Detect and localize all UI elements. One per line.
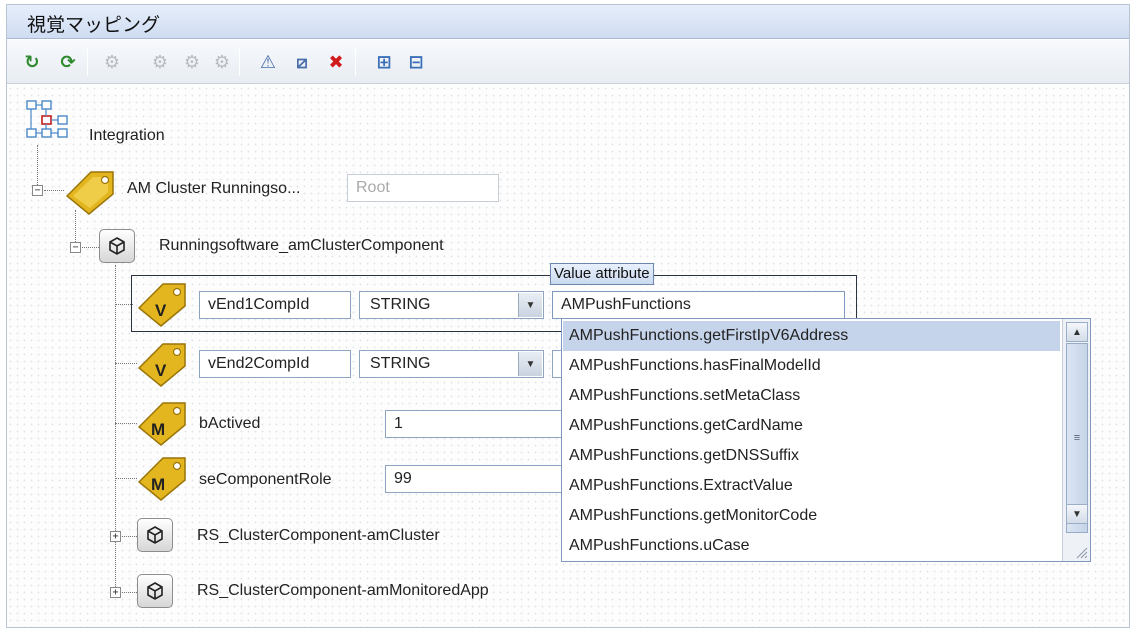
method-tag-icon: M xyxy=(135,399,186,446)
attr-name-label[interactable]: bActived xyxy=(199,415,260,433)
delete-icon[interactable]: ✖ xyxy=(323,49,349,75)
toolbar-separator xyxy=(355,48,356,76)
mapping-canvas[interactable]: Integration − AM Cluster Runningso... Ro… xyxy=(7,85,1129,627)
autocomplete-list[interactable]: AMPushFunctions.getFirstIpV6Address AMPus… xyxy=(561,318,1091,562)
variable-tag-icon: V xyxy=(135,280,186,327)
chevron-down-icon[interactable]: ▼ xyxy=(518,293,542,317)
gear-disabled-icon-4: ⚙ xyxy=(213,51,231,72)
scrollbar[interactable]: ▲ ≡ ▼ xyxy=(1062,319,1090,561)
attr-type-value: STRING xyxy=(370,355,431,372)
am-cluster-label[interactable]: AM Cluster Runningso... xyxy=(127,180,300,198)
collapse-toggle-component[interactable]: − xyxy=(70,242,81,253)
attr-badge: V xyxy=(155,361,167,380)
value-input[interactable]: AMPushFunctions xyxy=(552,291,845,319)
gear-disabled-icon-2: ⚙ xyxy=(151,51,169,72)
resize-grip-icon[interactable] xyxy=(1074,545,1088,559)
toolbar: ↻ ⟳ ⚙ ⚙ ⚙ ⚙ ⚠ ⧄ ✖ ⊞ ⊟ xyxy=(7,40,1129,84)
suggestion-item[interactable]: AMPushFunctions.getFirstIpV6Address xyxy=(563,321,1060,351)
gear-disabled-icon-3: ⚙ xyxy=(183,51,201,72)
child-node-label[interactable]: RS_ClusterComponent-amCluster xyxy=(197,527,440,545)
cube-icon xyxy=(137,574,173,608)
suggestion-item[interactable]: AMPushFunctions.ExtractValue xyxy=(563,471,1060,501)
validate-icon[interactable]: ⚠ xyxy=(255,49,281,75)
panel-title: 視覚マッピング xyxy=(7,5,1129,39)
suggestion-item[interactable]: AMPushFunctions.uCase xyxy=(563,531,1060,561)
integration-icon xyxy=(25,99,73,147)
cube-icon xyxy=(99,229,135,263)
collapse-toggle-am-cluster[interactable]: − xyxy=(32,185,43,196)
collapse-all-icon[interactable]: ⊟ xyxy=(403,49,429,75)
value-input[interactable]: 1 xyxy=(385,410,565,438)
chevron-down-icon[interactable]: ▼ xyxy=(518,352,542,376)
variable-tag-icon: V xyxy=(135,340,186,387)
scroll-up-icon[interactable]: ▲ xyxy=(1066,322,1088,342)
value-input[interactable]: 99 xyxy=(385,465,565,493)
visual-mapping-panel: 視覚マッピング ↻ ⟳ ⚙ ⚙ ⚙ ⚙ ⚠ ⧄ ✖ ⊞ ⊟ Integratio… xyxy=(6,4,1130,628)
sync-icon[interactable]: ⟳ xyxy=(55,49,81,75)
method-tag-icon: M xyxy=(135,454,186,501)
cube-icon xyxy=(137,518,173,552)
suggestion-item[interactable]: AMPushFunctions.getCardName xyxy=(563,411,1060,441)
attr-type-select[interactable]: STRING ▼ xyxy=(359,350,544,378)
value-attribute-caption: Value attribute xyxy=(550,263,654,285)
component-label[interactable]: Runningsoftware_amClusterComponent xyxy=(159,237,444,255)
root-name-field[interactable]: Root xyxy=(347,174,499,202)
gear-disabled-icon: ⚙ xyxy=(103,51,121,72)
child-node-label[interactable]: RS_ClusterComponent-amMonitoredApp xyxy=(197,582,489,600)
attr-name-label[interactable]: seComponentRole xyxy=(199,471,332,489)
scroll-down-icon[interactable]: ▼ xyxy=(1066,504,1088,524)
suggestion-item[interactable]: AMPushFunctions.getMonitorCode xyxy=(563,501,1060,531)
attr-badge: V xyxy=(155,301,167,320)
suggestion-item[interactable]: AMPushFunctions.getDNSSuffix xyxy=(563,441,1060,471)
attr-name-field[interactable]: vEnd2CompId xyxy=(199,350,351,378)
expand-all-icon[interactable]: ⊞ xyxy=(371,49,397,75)
toolbar-separator xyxy=(87,48,88,76)
attr-name-field[interactable]: vEnd1CompId xyxy=(199,291,351,319)
expand-toggle-cluster[interactable]: + xyxy=(110,531,121,542)
integration-label[interactable]: Integration xyxy=(89,127,165,145)
attr-type-select[interactable]: STRING ▼ xyxy=(359,291,544,319)
refresh-info-icon[interactable]: ↻ xyxy=(19,49,45,75)
expand-toggle-monitored-app[interactable]: + xyxy=(110,587,121,598)
clear-mapping-icon[interactable]: ⧄ xyxy=(289,49,315,75)
suggestion-item[interactable]: AMPushFunctions.hasFinalModelId xyxy=(563,351,1060,381)
suggestion-item[interactable]: AMPushFunctions.setMetaClass xyxy=(563,381,1060,411)
toolbar-separator xyxy=(239,48,240,76)
class-tag-icon xyxy=(63,168,114,215)
attr-type-value: STRING xyxy=(370,296,431,313)
attr-badge: M xyxy=(151,475,165,494)
attr-badge: M xyxy=(151,420,165,439)
